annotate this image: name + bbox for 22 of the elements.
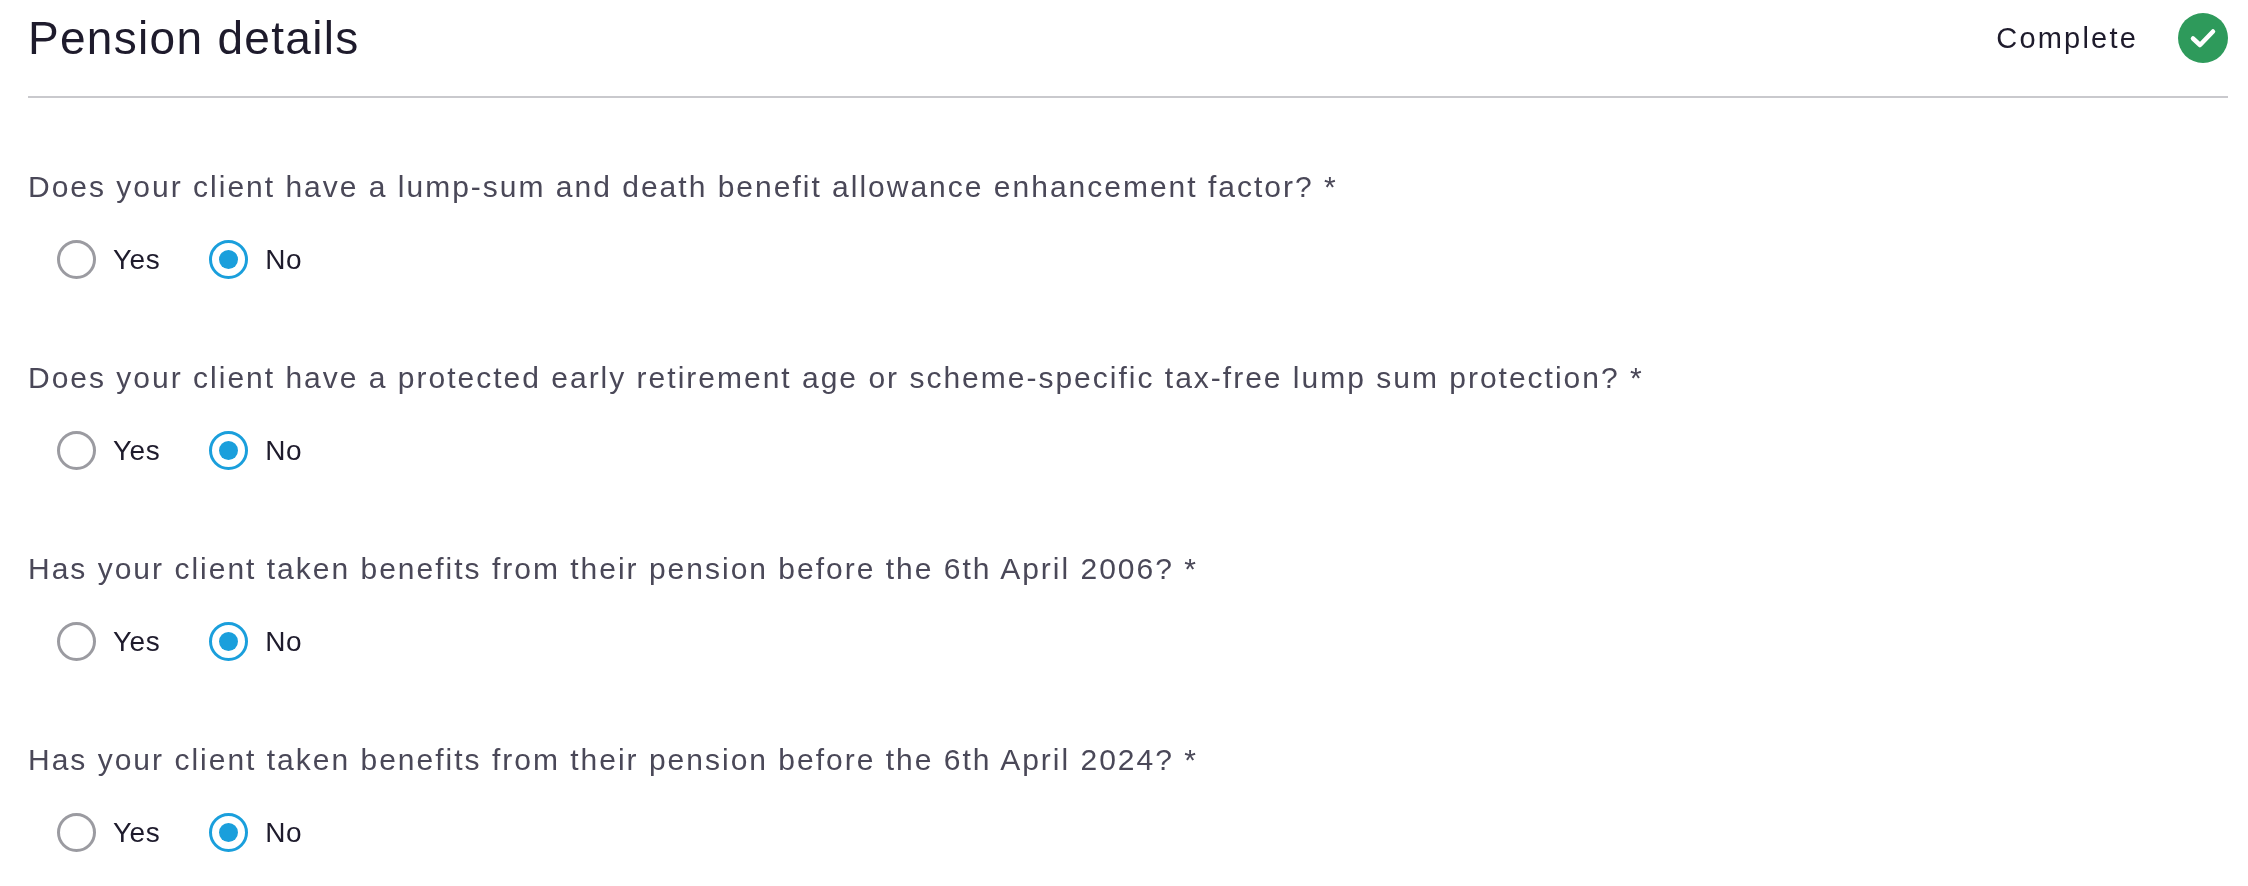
radio-button[interactable] [57,813,96,852]
question-label: Does your client have a lump-sum and death benefit allowance enhancement factor? * [28,169,1338,205]
option-label[interactable]: No [265,814,302,851]
option-label[interactable]: Yes [113,814,161,851]
status-label: Complete [1996,21,2138,55]
radio-button[interactable] [57,622,96,661]
option-label[interactable]: Yes [113,432,161,469]
question-label: Does your client have a protected early retirement age or scheme-specific tax-free lump sum protection? * [28,360,1644,396]
question-label: Has your client taken benefits from their pension before the 6th April 2006? * [28,551,1198,587]
option-label[interactable]: No [265,241,302,278]
radio-button[interactable] [57,240,96,279]
radio-button[interactable] [209,813,249,852]
option-label[interactable]: No [265,432,302,469]
section-title: Pension details [28,11,360,65]
radio-button[interactable] [209,240,249,279]
radio-button[interactable] [57,431,96,470]
option-label[interactable]: No [265,623,302,660]
radio-button[interactable] [209,431,249,470]
radio-button[interactable] [209,622,249,661]
question-label: Has your client taken benefits from their pension before the 6th April 2024? * [28,742,1198,778]
option-label[interactable]: Yes [113,241,161,278]
option-label[interactable]: Yes [113,623,161,660]
